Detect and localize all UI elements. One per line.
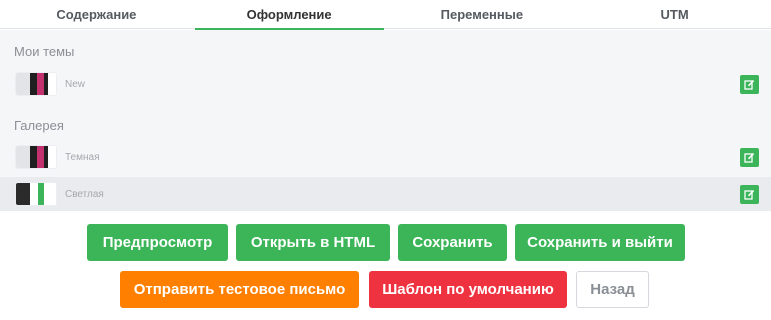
tab-content[interactable]: Содержание [0,0,193,29]
tab-bar: Содержание Оформление Переменные UTM [0,0,771,30]
default-template-button[interactable]: Шаблон по умолчанию [369,271,567,308]
tab-utm[interactable]: UTM [578,0,771,29]
my-themes-title: Мои темы [14,44,75,59]
theme-preview-swatch [16,146,56,168]
edit-theme-button[interactable] [740,184,759,204]
save-button[interactable]: Сохранить [398,224,507,261]
theme-row-new[interactable]: New [0,67,771,101]
theme-name: Темная [65,151,100,163]
theme-preview-swatch [16,73,56,95]
open-html-button[interactable]: Открыть в HTML [236,224,390,261]
theme-row-dark[interactable]: Темная [0,140,771,174]
theme-name: New [65,78,86,90]
back-button[interactable]: Назад [576,271,649,308]
tab-variables[interactable]: Переменные [386,0,579,29]
theme-preview-swatch [16,183,56,205]
theme-name: Светлая [65,188,104,200]
preview-button[interactable]: Предпросмотр [87,224,228,261]
edit-theme-button[interactable] [740,74,759,94]
pencil-edit-icon [744,189,755,200]
theme-row-light[interactable]: Светлая [0,177,771,211]
pencil-edit-icon [744,79,755,90]
save-and-exit-button[interactable]: Сохранить и выйти [515,224,685,261]
send-test-email-button[interactable]: Отправить тестовое письмо [120,271,359,308]
edit-theme-button[interactable] [740,147,759,167]
tab-design[interactable]: Оформление [193,0,386,30]
themes-panel: Мои темы New Галерея Темная Светлая [0,30,771,211]
pencil-edit-icon [744,152,755,163]
gallery-title: Галерея [14,118,64,133]
